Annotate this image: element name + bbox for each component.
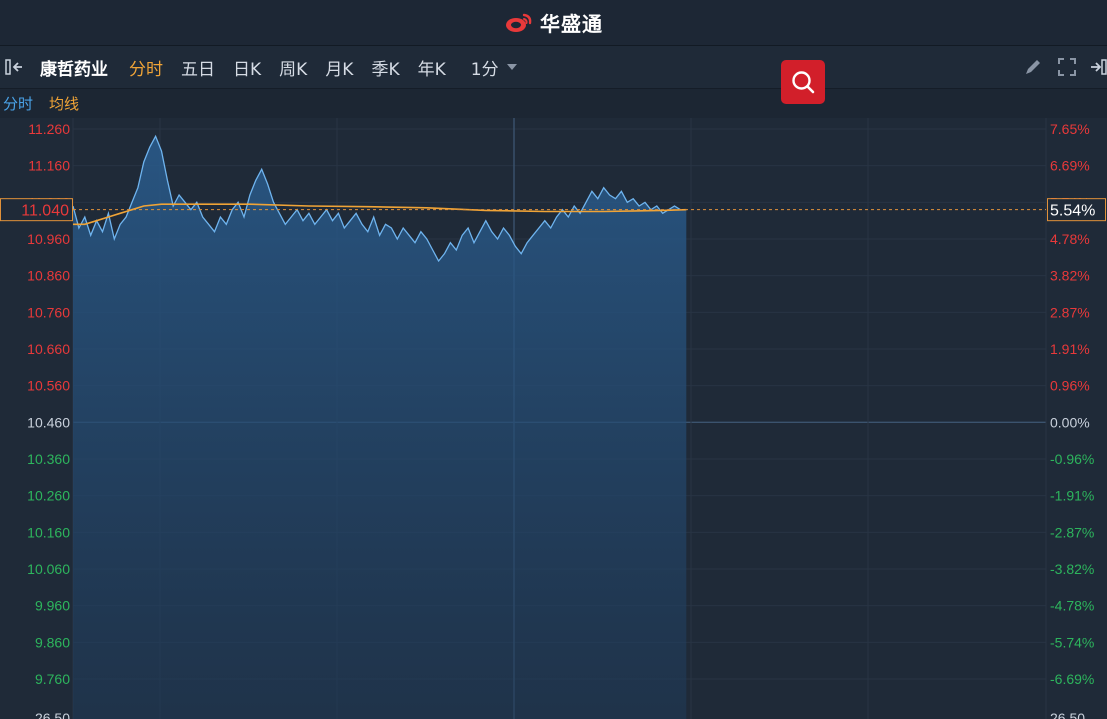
price-tick-label: 9.760 <box>35 671 70 687</box>
price-tick-label: 9.860 <box>35 634 70 650</box>
price-tick-label: 10.060 <box>27 561 70 577</box>
interval-value: 1分 <box>470 59 499 80</box>
price-tick-label: 10.260 <box>27 488 70 504</box>
search-button[interactable] <box>781 60 825 104</box>
price-tick-label: 10.860 <box>27 268 70 284</box>
price-tick-label: 10.360 <box>27 451 70 467</box>
stock-name: 康哲药业 <box>40 59 108 80</box>
volume-tick-label: 26.50 <box>1050 710 1085 719</box>
legend-price-line: 分时 <box>3 95 34 113</box>
app-title: 华盛通 <box>540 12 603 36</box>
tab-quarterly-k[interactable]: 季K <box>362 55 408 80</box>
brand: 华盛通 <box>504 8 603 37</box>
price-tick-label: 11.260 <box>28 121 70 137</box>
percent-tick-label: 2.87% <box>1050 304 1090 320</box>
tab-monthly-k[interactable]: 月K <box>316 55 362 80</box>
brand-logo-icon <box>506 13 532 32</box>
percent-tick-label: -1.91% <box>1050 488 1094 504</box>
percent-tick-label: 1.91% <box>1050 341 1090 357</box>
percent-tick-label: -3.82% <box>1050 561 1094 577</box>
chevron-down-icon <box>506 64 517 70</box>
percent-tick-label: -0.96% <box>1050 451 1094 467</box>
percent-tick-label: -2.87% <box>1050 524 1094 540</box>
interval-select[interactable]: 1分 <box>471 55 517 80</box>
current-price-label: 11.040 <box>21 203 69 220</box>
tab-intraday[interactable]: 分时 <box>120 55 172 80</box>
percent-tick-label: 3.82% <box>1050 268 1090 284</box>
legend-average-line: 均线 <box>49 95 80 113</box>
tab-daily-k[interactable]: 日K <box>224 55 270 80</box>
series-legend: 分时 均线 <box>0 89 1107 118</box>
percent-tick-label: 4.78% <box>1050 231 1090 247</box>
price-tick-label: 9.960 <box>35 598 70 614</box>
current-percent-label: 5.54% <box>1050 203 1095 220</box>
volume-tick-label: 26.50 <box>35 710 70 719</box>
percent-tick-label: 0.96% <box>1050 378 1090 394</box>
price-tick-label: 10.160 <box>27 524 70 540</box>
collapse-panel-icon[interactable] <box>4 55 32 79</box>
price-tick-label: 10.460 <box>27 414 70 430</box>
price-tick-label: 11.160 <box>28 158 70 174</box>
fullscreen-icon[interactable] <box>1057 57 1077 77</box>
app-header: 华盛通 <box>0 0 1107 46</box>
tab-weekly-k[interactable]: 周K <box>270 55 316 80</box>
price-tick-label: 10.760 <box>27 304 70 320</box>
search-icon <box>792 71 815 94</box>
percent-tick-label: 6.69% <box>1050 158 1090 174</box>
tab-five-day[interactable]: 五日 <box>172 55 224 80</box>
percent-tick-label: 7.65% <box>1050 121 1090 137</box>
percent-tick-label: -4.78% <box>1050 598 1094 614</box>
price-tick-label: 10.960 <box>27 231 70 247</box>
intraday-chart: 11.26011.16011.06010.96010.86010.76010.6… <box>0 118 1106 719</box>
price-tick-label: 10.560 <box>27 378 70 394</box>
tab-yearly-k[interactable]: 年K <box>409 55 455 80</box>
percent-tick-label: -6.69% <box>1050 671 1094 687</box>
expand-panel-icon[interactable] <box>1091 57 1107 77</box>
price-area <box>73 136 687 719</box>
chart-toolbar: 康哲药业 分时 五日 日K 周K 月K 季K 年K 1分 <box>0 46 1107 89</box>
percent-tick-label: 0.00% <box>1050 414 1090 430</box>
pencil-icon[interactable] <box>1023 57 1043 77</box>
price-tick-label: 10.660 <box>27 341 70 357</box>
percent-tick-label: -5.74% <box>1050 634 1094 650</box>
